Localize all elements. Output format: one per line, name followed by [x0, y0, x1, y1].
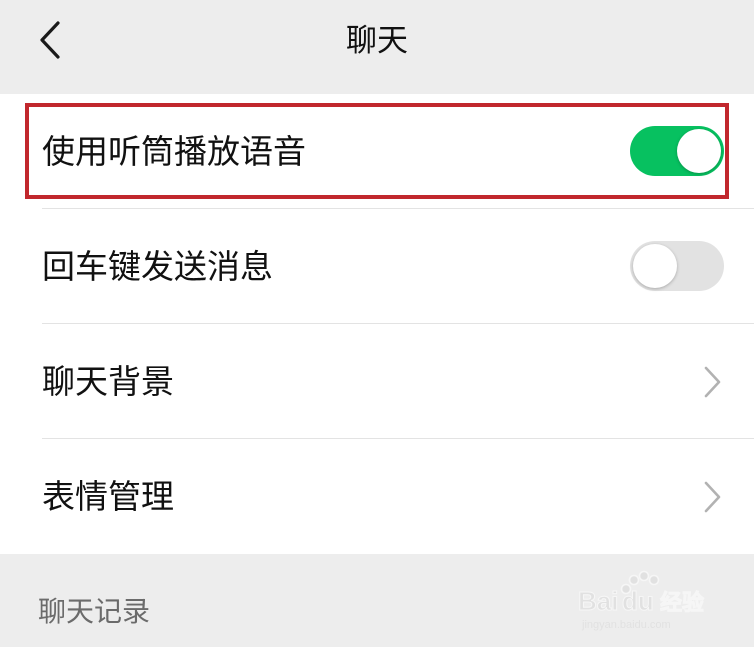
- enter-to-send-toggle[interactable]: [630, 241, 724, 291]
- settings-list: 使用听筒播放语音 回车键发送消息 聊天背景 表情管理: [0, 94, 754, 554]
- page-title: 聊天: [346, 23, 408, 59]
- setting-row-earpiece-playback[interactable]: 使用听筒播放语音: [0, 94, 754, 209]
- setting-label: 聊天背景: [42, 362, 174, 401]
- setting-label: 回车键发送消息: [42, 247, 273, 286]
- section-header-label: 聊天记录: [38, 595, 151, 628]
- setting-label: 表情管理: [42, 477, 174, 516]
- chevron-right-icon: [704, 366, 721, 398]
- chevron-right-icon: [704, 481, 721, 513]
- toggle-knob: [677, 129, 721, 173]
- setting-row-chat-background[interactable]: 聊天背景: [0, 324, 754, 439]
- setting-row-enter-to-send[interactable]: 回车键发送消息: [0, 209, 754, 324]
- nav-bar: 聊天: [0, 0, 754, 86]
- setting-row-sticker-management[interactable]: 表情管理: [0, 439, 754, 554]
- earpiece-playback-toggle[interactable]: [630, 126, 724, 176]
- setting-label: 使用听筒播放语音: [42, 132, 306, 171]
- section-header-chat-history: 聊天记录: [0, 560, 754, 647]
- toggle-knob: [633, 244, 677, 288]
